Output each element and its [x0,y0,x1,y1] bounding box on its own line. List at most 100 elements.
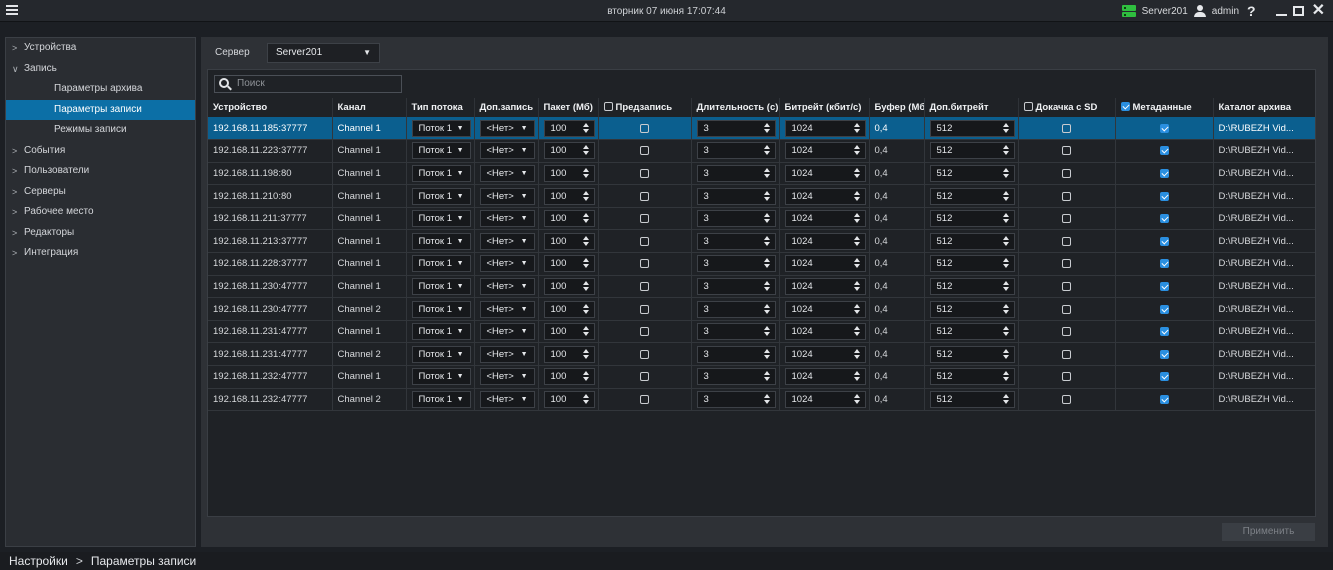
stream-type-select[interactable]: Поток 1 ▼ [411,300,471,318]
close-button[interactable]: ✕ [1310,3,1327,19]
spinner-arrows-icon[interactable] [1002,212,1009,224]
extra-bitrate-stepper[interactable]: 512 [929,187,1015,205]
prerecord-checkbox[interactable] [640,146,649,156]
spinner-arrows-icon[interactable] [582,348,589,360]
packet-stepper[interactable]: 100 [543,368,595,386]
col-device[interactable]: Устройство [208,98,333,117]
duration-stepper[interactable]: 3 [696,368,776,386]
spinner-arrows-icon[interactable] [853,257,860,269]
stream-type-select[interactable]: Поток 1 ▼ [411,277,471,295]
table-row[interactable]: 192.168.11.232:47777 Channel 1 Поток 1 ▼ <Не… [208,365,1315,389]
spinner-arrows-icon[interactable] [1002,280,1009,292]
spinner-arrows-icon[interactable] [1002,167,1009,179]
extra-bitrate-stepper[interactable]: 512 [929,232,1015,250]
minimize-button[interactable] [1275,14,1287,16]
prerecord-checkbox[interactable] [640,349,649,359]
metadata-checkbox[interactable] [1159,123,1169,133]
packet-stepper[interactable]: 100 [543,187,595,205]
metadata-checkbox[interactable] [1159,146,1169,156]
metadata-checkbox[interactable] [1159,394,1169,404]
sd-download-checkbox[interactable] [1062,214,1071,224]
spinner-arrows-icon[interactable] [853,144,860,156]
extra-bitrate-stepper[interactable]: 512 [929,277,1015,295]
spinner-arrows-icon[interactable] [1002,235,1009,247]
sd-download-checkbox[interactable] [1062,259,1071,269]
server-status-icon[interactable] [1121,5,1136,17]
spinner-arrows-icon[interactable] [582,393,589,405]
sidebar-item[interactable]: > Устройства [6,38,195,59]
spinner-arrows-icon[interactable] [763,257,770,269]
col-buffer[interactable]: Буфер (Мб) [869,98,925,117]
table-row[interactable]: 192.168.11.231:47777 Channel 1 Поток 1 ▼ <Не… [208,320,1315,344]
col-sd-download[interactable]: Докачка с SD [1018,98,1116,117]
spinner-arrows-icon[interactable] [1002,370,1009,382]
spinner-arrows-icon[interactable] [763,393,770,405]
extra-record-select[interactable]: <Нет> ▼ [479,232,535,250]
metadata-checkbox[interactable] [1159,281,1169,291]
spinner-arrows-icon[interactable] [853,393,860,405]
stream-type-select[interactable]: Поток 1 ▼ [411,255,471,273]
spinner-arrows-icon[interactable] [763,370,770,382]
spinner-arrows-icon[interactable] [1002,122,1009,134]
sidebar-item[interactable]: Параметры записи [6,99,195,120]
metadata-checkbox[interactable] [1159,191,1169,201]
extra-record-select[interactable]: <Нет> ▼ [479,300,535,318]
metadata-checkbox[interactable] [1159,304,1169,314]
bitrate-stepper[interactable]: 1024 [784,277,866,295]
packet-stepper[interactable]: 100 [543,119,595,137]
bitrate-stepper[interactable]: 1024 [784,119,866,137]
metadata-checkbox[interactable] [1159,168,1169,178]
stream-type-select[interactable]: Поток 1 ▼ [411,390,471,408]
spinner-arrows-icon[interactable] [582,280,589,292]
spinner-arrows-icon[interactable] [853,280,860,292]
spinner-arrows-icon[interactable] [763,167,770,179]
spinner-arrows-icon[interactable] [763,122,770,134]
apply-button[interactable]: Применить [1222,523,1315,541]
sidebar-item[interactable]: > Серверы [6,182,195,203]
stream-type-select[interactable]: Поток 1 ▼ [411,164,471,182]
col-channel[interactable]: Канал [332,98,407,117]
table-row[interactable]: 192.168.11.210:80 Channel 1 Поток 1 ▼ <Нет> ▼… [208,184,1315,208]
stream-type-select[interactable]: Поток 1 ▼ [411,210,471,228]
bitrate-stepper[interactable]: 1024 [784,210,866,228]
bitrate-stepper[interactable]: 1024 [784,390,866,408]
bitrate-stepper[interactable]: 1024 [784,368,866,386]
duration-stepper[interactable]: 3 [696,323,776,341]
spinner-arrows-icon[interactable] [763,235,770,247]
sd-download-checkbox[interactable] [1062,349,1071,359]
spinner-arrows-icon[interactable] [582,257,589,269]
prerecord-checkbox[interactable] [640,123,649,133]
prerecord-checkbox[interactable] [640,281,649,291]
stream-type-select[interactable]: Поток 1 ▼ [411,187,471,205]
duration-stepper[interactable]: 3 [696,390,776,408]
packet-stepper[interactable]: 100 [543,300,595,318]
prerecord-checkbox[interactable] [640,191,649,201]
stream-type-select[interactable]: Поток 1 ▼ [411,119,471,137]
sd-download-checkbox[interactable] [1062,327,1071,337]
stream-type-select[interactable]: Поток 1 ▼ [411,142,471,160]
spinner-arrows-icon[interactable] [1002,348,1009,360]
bitrate-stepper[interactable]: 1024 [784,300,866,318]
duration-stepper[interactable]: 3 [696,345,776,363]
metadata-checkbox[interactable] [1159,372,1169,382]
duration-stepper[interactable]: 3 [696,255,776,273]
extra-record-select[interactable]: <Нет> ▼ [479,368,535,386]
table-row[interactable]: 192.168.11.228:37777 Channel 1 Поток 1 ▼ <Не… [208,252,1315,276]
spinner-arrows-icon[interactable] [763,190,770,202]
spinner-arrows-icon[interactable] [853,325,860,337]
extra-record-select[interactable]: <Нет> ▼ [479,277,535,295]
spinner-arrows-icon[interactable] [1002,144,1009,156]
packet-stepper[interactable]: 100 [543,277,595,295]
spinner-arrows-icon[interactable] [1002,393,1009,405]
spinner-arrows-icon[interactable] [763,325,770,337]
table-row[interactable]: 192.168.11.211:37777 Channel 1 Поток 1 ▼ <Не… [208,207,1315,231]
spinner-arrows-icon[interactable] [582,190,589,202]
table-row[interactable]: 192.168.11.231:47777 Channel 2 Поток 1 ▼ <Не… [208,342,1315,367]
col-packet[interactable]: Пакет (Мб) [538,98,599,117]
metadata-checkbox[interactable] [1159,327,1169,337]
table-row[interactable]: 192.168.11.185:37777 Channel 1 Поток 1 ▼ <Не… [208,117,1315,141]
sd-download-checkbox[interactable] [1062,304,1071,314]
extra-bitrate-stepper[interactable]: 512 [929,119,1015,137]
metadata-checkbox[interactable] [1159,259,1169,269]
search-input[interactable]: Поиск [214,75,402,93]
